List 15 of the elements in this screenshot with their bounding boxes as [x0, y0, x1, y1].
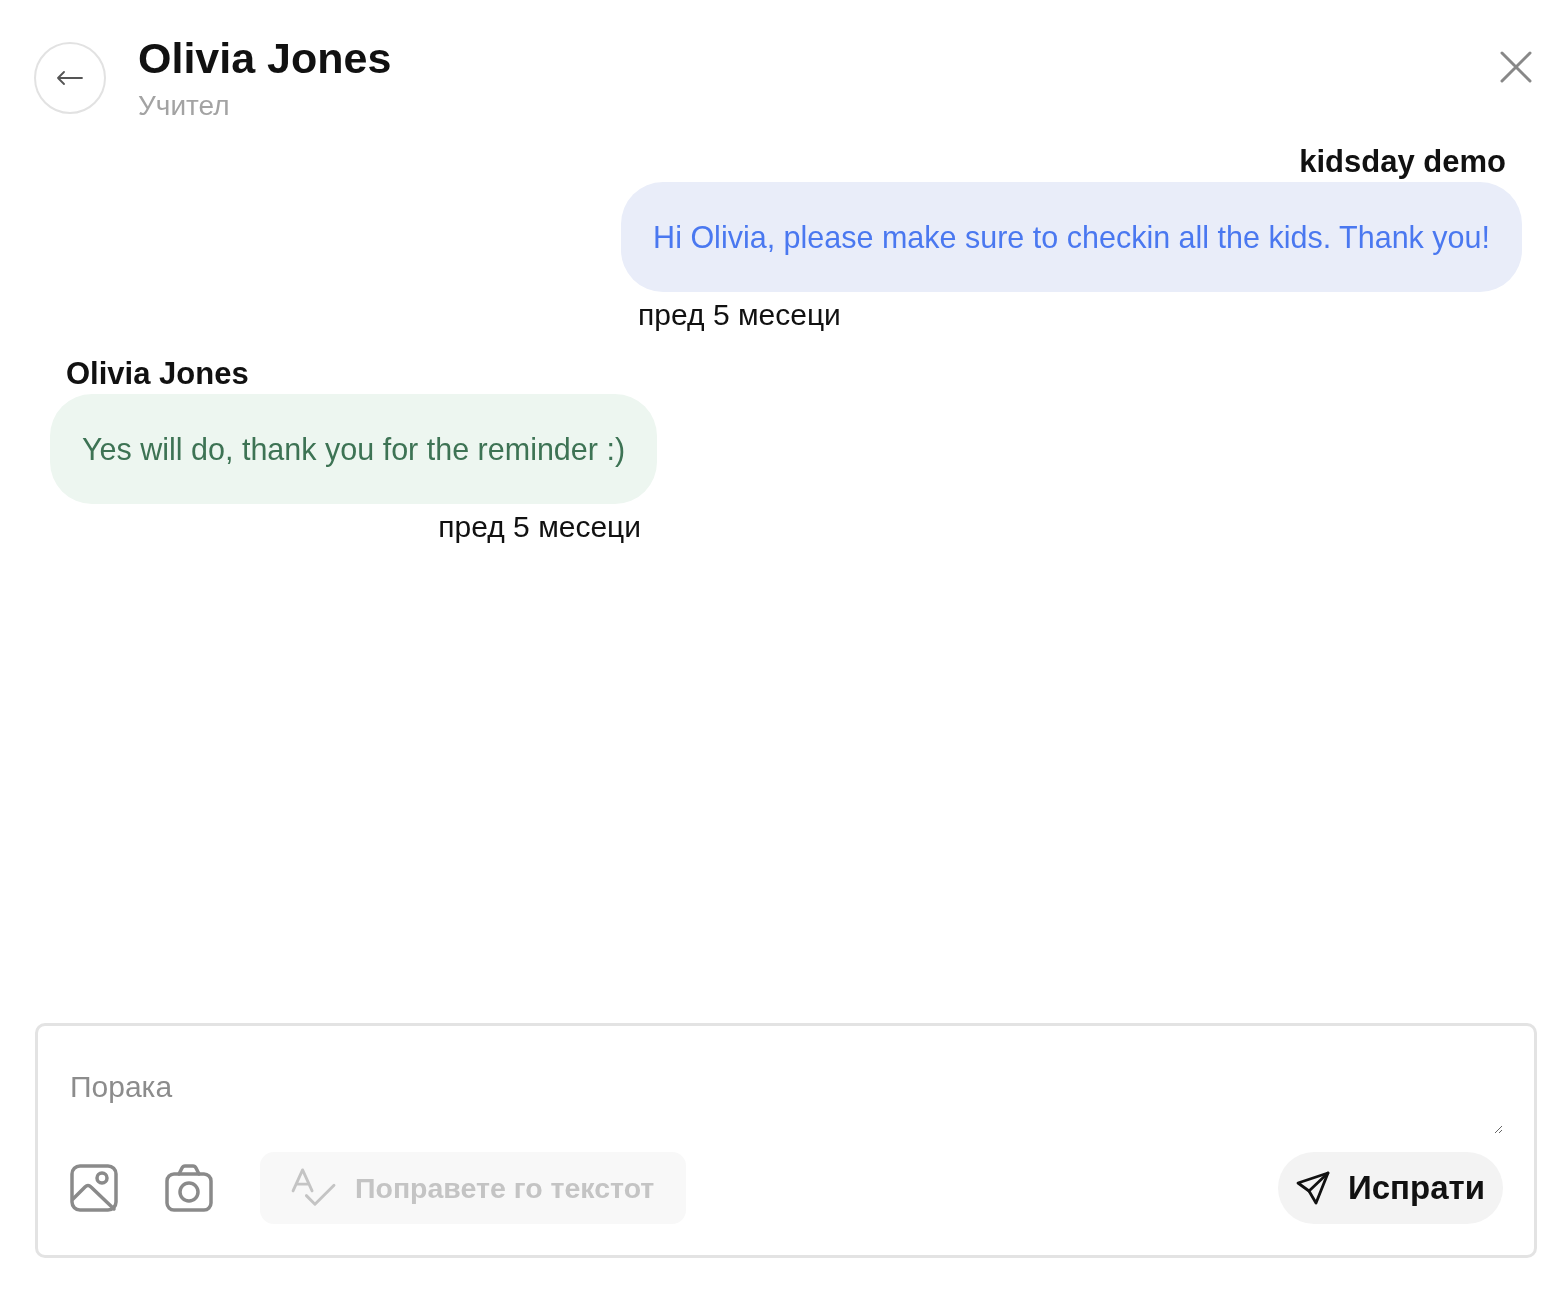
paper-plane-icon [1296, 1171, 1331, 1205]
message-time: пред 5 месеци [438, 509, 642, 545]
arrow-left-icon [57, 71, 83, 85]
contact-name: Olivia Jones [138, 34, 392, 82]
image-icon[interactable] [70, 1164, 118, 1212]
sender-name: kidsday demo [1299, 144, 1506, 180]
send-button[interactable]: Испрати [1278, 1152, 1503, 1224]
message-time: пред 5 месеци [638, 297, 841, 333]
message-bubble: Yes will do, thank you for the reminder :) [50, 394, 658, 504]
camera-icon[interactable] [165, 1164, 213, 1212]
sender-name: Olivia Jones [66, 356, 249, 392]
spellcheck-icon [291, 1168, 337, 1208]
message-bubble: Hi Olivia, please make sure to checkin all the kids. Thank you! [621, 182, 1522, 292]
contact-role: Учител [138, 90, 231, 122]
close-icon[interactable] [1500, 51, 1532, 83]
